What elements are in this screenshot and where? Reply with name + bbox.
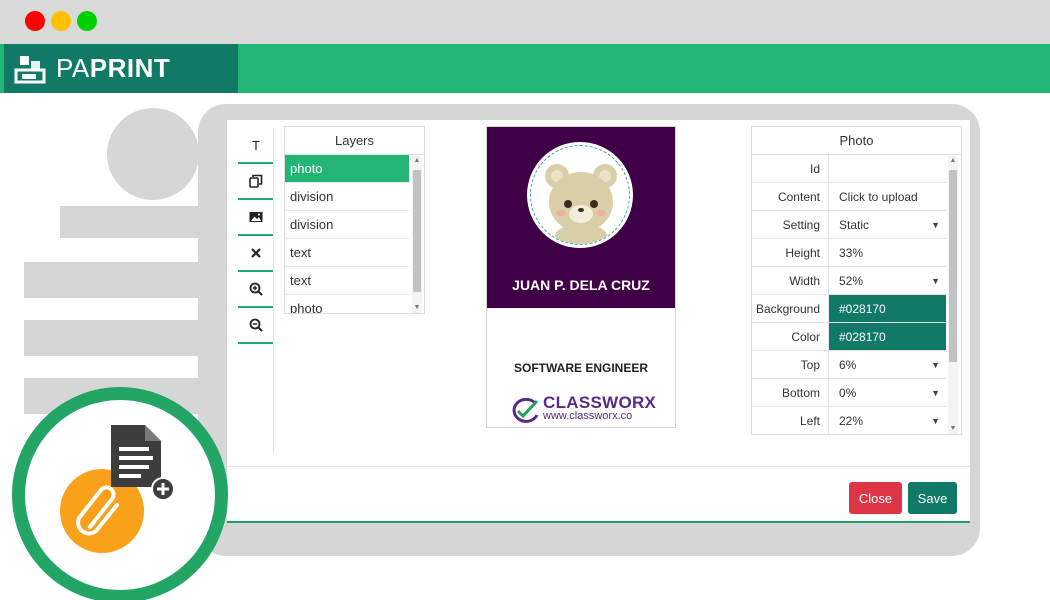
window-titlebar	[0, 0, 1050, 44]
top-select-value: 6%	[839, 358, 857, 372]
window-close-dot[interactable]	[25, 11, 45, 31]
card-header-division[interactable]: JUAN P. DELA CRUZ	[487, 127, 675, 308]
card-photo[interactable]	[527, 142, 633, 248]
zoom-out-button[interactable]	[238, 308, 274, 344]
window-maximize-dot[interactable]	[77, 11, 97, 31]
property-label: Id	[752, 155, 829, 182]
property-label: Left	[752, 407, 829, 434]
id-field[interactable]	[829, 155, 946, 182]
decorative-bar	[60, 206, 210, 238]
property-label: Top	[752, 351, 829, 378]
setting-select[interactable]: Static ▼	[829, 211, 946, 238]
window-minimize-dot[interactable]	[51, 11, 71, 31]
property-label: Width	[752, 267, 829, 294]
brand-logo[interactable]: PAPRINT	[4, 44, 238, 93]
scroll-down-icon[interactable]: ▼	[949, 424, 957, 434]
tool-divider	[273, 128, 274, 454]
property-label: Height	[752, 239, 829, 266]
copy-icon	[249, 174, 263, 188]
tool-strip: T	[238, 128, 274, 344]
layer-item[interactable]: text	[285, 267, 409, 295]
bottom-select[interactable]: 0% ▼	[829, 379, 946, 406]
color-field[interactable]: #028170	[829, 323, 946, 350]
setting-select-value: Static	[839, 218, 870, 232]
properties-title: Photo	[752, 127, 961, 155]
properties-panel: Photo Id Content Click to upload Setting…	[751, 126, 962, 435]
property-row-background: Background #028170	[752, 295, 946, 323]
property-row-top: Top 6% ▼	[752, 351, 946, 379]
decorative-bar	[24, 320, 210, 356]
scroll-up-icon[interactable]: ▲	[413, 156, 421, 166]
scroll-down-icon[interactable]: ▼	[413, 303, 421, 313]
background-color-field[interactable]: #028170	[829, 295, 946, 322]
brand-name: PAPRINT	[56, 53, 171, 83]
dropdown-caret-icon: ▼	[931, 388, 940, 398]
scroll-up-icon[interactable]: ▲	[949, 156, 957, 166]
card-company-logo[interactable]: CLASSWORX www.classworx.co	[511, 393, 656, 425]
property-label: Content	[752, 183, 829, 210]
image-icon	[249, 212, 263, 222]
property-row-bottom: Bottom 0% ▼	[752, 379, 946, 407]
decorative-circle	[107, 108, 199, 200]
add-document-icon	[111, 425, 173, 501]
decorative-bar	[24, 262, 210, 298]
layers-panel: Layers photo division division text text…	[284, 126, 425, 314]
paprint-logo-icon	[14, 55, 46, 83]
property-label: Background	[752, 295, 829, 322]
save-button[interactable]: Save	[908, 482, 957, 514]
zoom-out-icon	[249, 318, 263, 332]
property-row-color: Color #028170	[752, 323, 946, 351]
dropdown-caret-icon: ▼	[931, 360, 940, 370]
copy-button[interactable]	[238, 164, 274, 200]
property-label: Color	[752, 323, 829, 350]
close-button[interactable]: Close	[849, 482, 902, 514]
width-select-value: 52%	[839, 274, 864, 288]
layers-title: Layers	[285, 127, 424, 155]
dropdown-caret-icon: ▼	[931, 220, 940, 230]
property-row-left: Left 22% ▼	[752, 407, 946, 434]
classworx-logo-icon	[512, 397, 539, 423]
top-select[interactable]: 6% ▼	[829, 351, 946, 378]
scrollbar-thumb[interactable]	[949, 170, 957, 362]
text-tool-button[interactable]: T	[238, 128, 274, 164]
property-row-setting: Setting Static ▼	[752, 211, 946, 239]
dropdown-caret-icon: ▼	[931, 276, 940, 286]
delete-icon	[251, 248, 261, 258]
id-card-preview[interactable]: JUAN P. DELA CRUZ SOFTWARE ENGINEER CLAS…	[486, 126, 676, 428]
layer-item[interactable]: photo	[285, 155, 409, 183]
property-row-id: Id	[752, 155, 946, 183]
left-select[interactable]: 22% ▼	[829, 407, 946, 434]
property-row-height: Height 33%	[752, 239, 946, 267]
property-label: Bottom	[752, 379, 829, 406]
property-label: Setting	[752, 211, 829, 238]
layer-item[interactable]: photo	[285, 295, 409, 313]
width-select[interactable]: 52% ▼	[829, 267, 946, 294]
bear-avatar-image	[530, 145, 630, 245]
left-select-value: 22%	[839, 414, 864, 428]
layer-item[interactable]: text	[285, 239, 409, 267]
image-button[interactable]	[238, 200, 274, 236]
property-row-width: Width 52% ▼	[752, 267, 946, 295]
layers-scrollbar[interactable]: ▲ ▼	[412, 156, 422, 313]
bottom-select-value: 0%	[839, 386, 857, 400]
zoom-in-button[interactable]	[238, 272, 274, 308]
height-field[interactable]: 33%	[829, 239, 946, 266]
scrollbar-thumb[interactable]	[413, 170, 421, 292]
layer-item[interactable]: division	[285, 211, 409, 239]
dropdown-caret-icon: ▼	[931, 416, 940, 426]
content-upload-field[interactable]: Click to upload	[829, 183, 946, 210]
card-logo-url: www.classworx.co	[543, 410, 633, 422]
footer-divider	[227, 466, 970, 467]
delete-button[interactable]	[238, 236, 274, 272]
card-job-title[interactable]: SOFTWARE ENGINEER	[487, 361, 675, 375]
property-row-content: Content Click to upload	[752, 183, 946, 211]
zoom-in-icon	[249, 282, 263, 296]
text-tool-icon: T	[252, 137, 260, 153]
card-name-text[interactable]: JUAN P. DELA CRUZ	[487, 277, 675, 293]
layer-item[interactable]: division	[285, 183, 409, 211]
properties-scrollbar[interactable]: ▲ ▼	[948, 156, 958, 434]
